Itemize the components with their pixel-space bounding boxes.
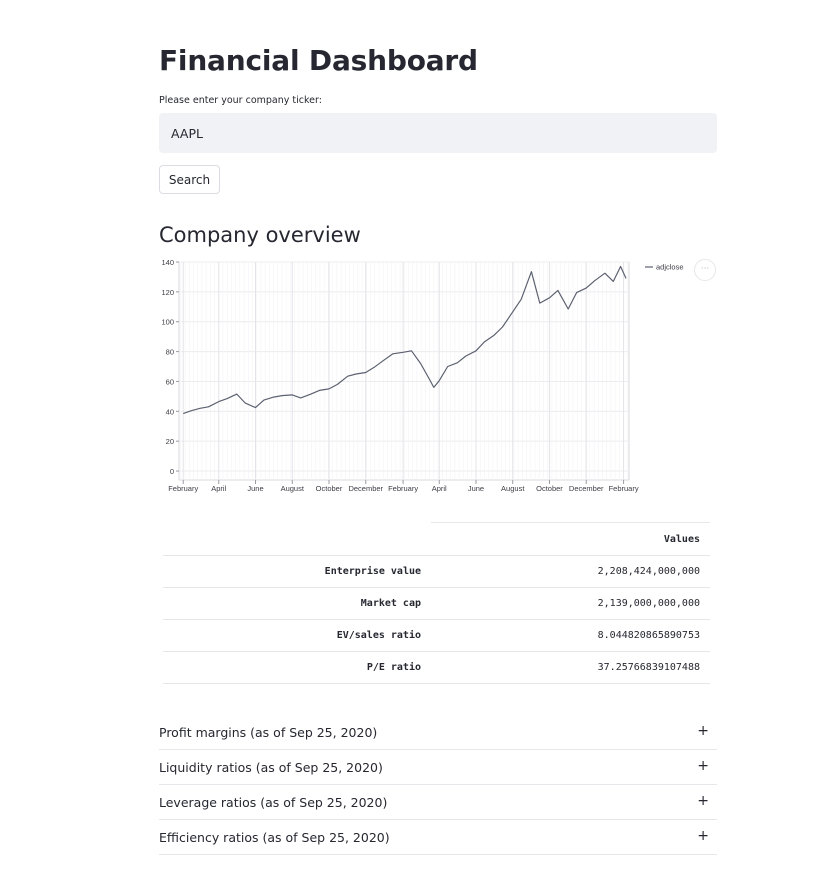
table-row-label: Enterprise value (163, 555, 431, 588)
table-row-label: P/E ratio (163, 651, 431, 684)
search-button[interactable]: Search (159, 165, 220, 194)
expander-label: Leverage ratios (as of Sep 25, 2020) (159, 795, 388, 810)
table-row-value: 2,139,000,000,000 (431, 587, 710, 620)
expander-label: Efficiency ratios (as of Sep 25, 2020) (159, 830, 390, 845)
x-tick-label: April (211, 484, 226, 493)
table-row-value: 2,208,424,000,000 (431, 555, 710, 588)
x-tick-label: February (168, 484, 198, 493)
x-tick-label: April (432, 484, 447, 493)
table-row-value: 37.25766839107488 (431, 651, 710, 684)
x-tick-label: June (247, 484, 263, 493)
expander-liquidity-ratios[interactable]: Liquidity ratios (as of Sep 25, 2020) + (159, 750, 717, 785)
x-tick-label: August (501, 484, 525, 493)
expand-plus-icon[interactable]: + (697, 828, 709, 844)
y-tick-label: 140 (161, 258, 174, 267)
x-tick-label: December (569, 484, 604, 493)
x-tick-label: October (316, 484, 343, 493)
y-tick-label: 60 (166, 377, 174, 386)
x-tick-label: December (348, 484, 383, 493)
y-tick-label: 40 (166, 407, 174, 416)
ticker-input[interactable] (159, 113, 717, 153)
table-corner-cell (163, 522, 431, 556)
y-tick-label: 120 (161, 288, 174, 297)
table-row: P/E ratio 37.25766839107488 (163, 651, 710, 684)
expander-label: Profit margins (as of Sep 25, 2020) (159, 725, 378, 740)
table-row-label: Market cap (163, 587, 431, 620)
x-tick-label: August (281, 484, 305, 493)
table-row: Enterprise value 2,208,424,000,000 (163, 555, 710, 588)
table-row: EV/sales ratio 8.044820865890753 (163, 619, 710, 652)
metrics-table: Values Enterprise value 2,208,424,000,00… (163, 522, 710, 684)
expander-leverage-ratios[interactable]: Leverage ratios (as of Sep 25, 2020) + (159, 785, 717, 820)
x-tick-label: February (609, 484, 639, 493)
x-tick-label: June (468, 484, 484, 493)
table-column-header-values: Values (431, 522, 710, 556)
expand-plus-icon[interactable]: + (697, 758, 709, 774)
table-row-value: 8.044820865890753 (431, 619, 710, 652)
expand-plus-icon[interactable]: + (697, 793, 709, 809)
ticker-input-label: Please enter your company ticker: (159, 95, 322, 106)
expander-efficiency-ratios[interactable]: Efficiency ratios (as of Sep 25, 2020) + (159, 820, 717, 855)
price-chart: 0 20 40 60 80 100 120 140 February April June Augus… (159, 252, 717, 500)
x-tick-label: February (388, 484, 418, 493)
table-row: Market cap 2,139,000,000,000 (163, 587, 710, 620)
price-chart-svg: 0 20 40 60 80 100 120 140 February April June Augus… (161, 258, 684, 493)
legend-label: adjclose (656, 263, 684, 272)
y-tick-label: 20 (166, 437, 174, 446)
table-header-row: Values (163, 522, 710, 556)
page-title: Financial Dashboard (159, 44, 478, 77)
section-title-company-overview: Company overview (159, 223, 361, 247)
y-tick-label: 0 (170, 467, 174, 476)
table-row-label: EV/sales ratio (163, 619, 431, 652)
x-tick-label: October (536, 484, 563, 493)
more-options-icon[interactable]: ··· (694, 259, 716, 281)
y-tick-label: 80 (166, 348, 174, 357)
expander-profit-margins[interactable]: Profit margins (as of Sep 25, 2020) + (159, 715, 717, 750)
expander-label: Liquidity ratios (as of Sep 25, 2020) (159, 760, 383, 775)
plot-area (178, 261, 630, 481)
y-tick-label: 100 (161, 318, 174, 327)
expand-plus-icon[interactable]: + (697, 723, 709, 739)
